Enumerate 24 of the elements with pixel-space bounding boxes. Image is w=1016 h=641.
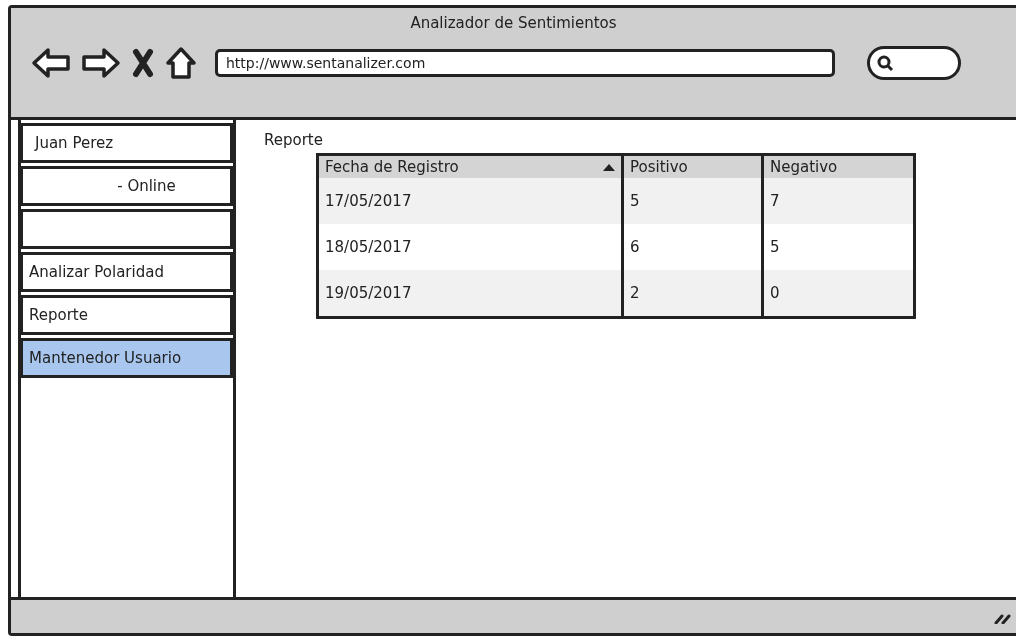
url-field[interactable]: http://www.sentanalizer.com — [215, 49, 835, 77]
close-icon[interactable] — [131, 46, 155, 80]
search-icon — [876, 54, 894, 72]
back-arrow-icon[interactable] — [31, 46, 71, 80]
window-title: Analizador de Sentimientos — [410, 14, 617, 32]
sidebar-item[interactable]: Analizar Polaridad — [21, 252, 233, 292]
sidebar-item[interactable]: Reporte — [21, 295, 233, 335]
user-name: Juan Perez — [21, 123, 233, 163]
table-cell: 7 — [762, 178, 915, 224]
column-header[interactable]: Fecha de Registro — [317, 154, 623, 178]
table-cell: 19/05/2017 — [317, 270, 623, 318]
column-header[interactable]: Negativo — [762, 154, 915, 178]
home-icon[interactable] — [165, 46, 197, 80]
user-status: - Online — [21, 166, 233, 206]
table-cell: 2 — [622, 270, 763, 318]
table-cell: 0 — [762, 270, 915, 318]
table-cell: 5 — [622, 178, 763, 224]
column-header[interactable]: Positivo — [622, 154, 763, 178]
search-field[interactable] — [867, 46, 961, 80]
table-cell: 18/05/2017 — [317, 224, 623, 270]
sidebar-item[interactable]: Mantenedor Usuario — [21, 338, 233, 378]
forward-arrow-icon[interactable] — [81, 46, 121, 80]
section-heading: Reporte — [264, 131, 323, 149]
table-cell: 17/05/2017 — [317, 178, 623, 224]
